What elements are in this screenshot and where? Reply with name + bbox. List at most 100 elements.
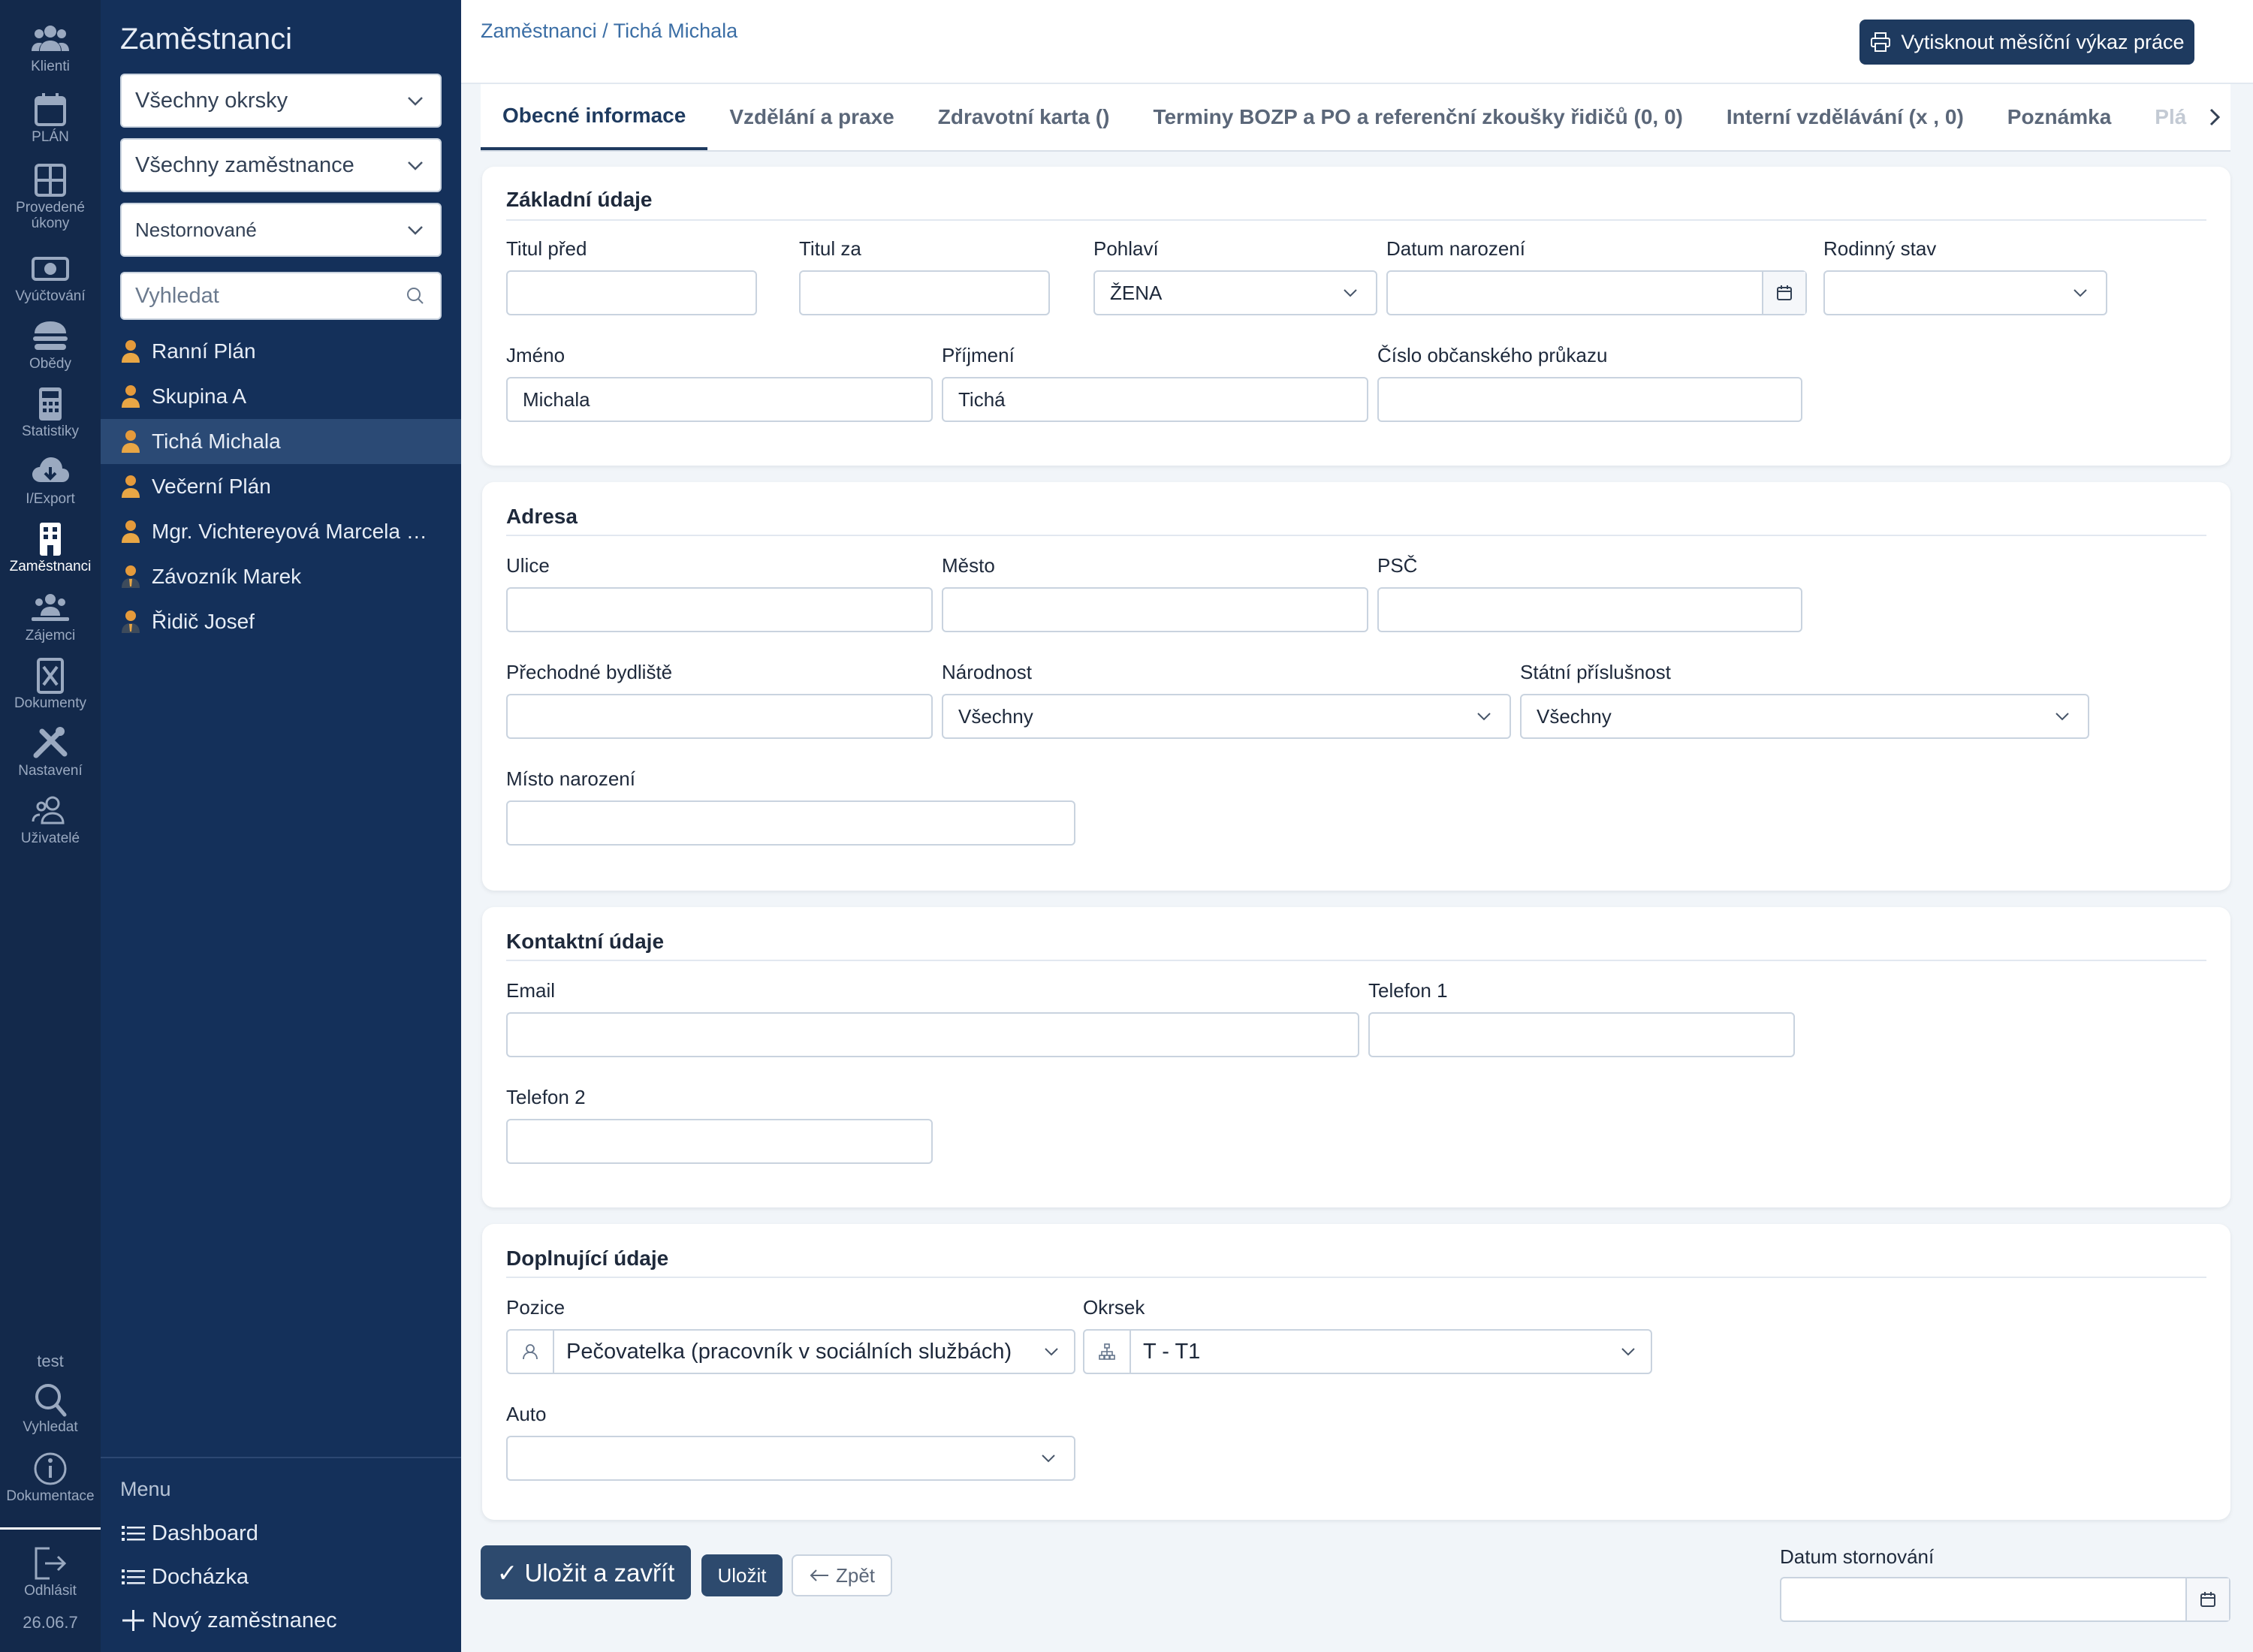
psc-input[interactable] (1377, 587, 1802, 632)
statni-prislusnost-select[interactable]: Všechny (1520, 694, 2089, 739)
datum-narozeni-input[interactable] (1386, 270, 1807, 315)
tab-vzdelani[interactable]: Vzdělání a praxe (707, 84, 915, 150)
employee-list-item[interactable]: Večerní Plán (101, 464, 461, 509)
employee-search-input[interactable]: Vyhledat (120, 272, 442, 320)
menu-item-dashboard[interactable]: Dashboard (120, 1517, 258, 1550)
email-input[interactable] (506, 1012, 1359, 1057)
okrsek-select[interactable]: T - T1 (1083, 1329, 1652, 1374)
document-x-icon (37, 658, 64, 694)
rail-item-odhlasit[interactable]: Odhlásit (0, 1545, 101, 1599)
employee-list-item[interactable]: Řidič Josef (101, 599, 461, 644)
pohlavi-select[interactable]: ŽENA (1093, 270, 1377, 315)
calendar-button[interactable] (1762, 272, 1805, 314)
person-icon (122, 340, 140, 363)
field-label: Přechodné bydliště (506, 661, 673, 683)
employee-name: Skupina A (152, 384, 247, 408)
tab-zdravotni-karta[interactable]: Zdravotní karta () (916, 84, 1132, 150)
pozice-value: Pečovatelka (pracovník v sociálních služ… (566, 1339, 1012, 1364)
rail-item-vyhledat[interactable]: Vyhledat (0, 1382, 101, 1435)
person-icon (122, 385, 140, 408)
jmeno-input[interactable]: Michala (506, 377, 933, 422)
print-label: Vytisknout měsíční výkaz práce (1901, 30, 2185, 53)
tab-plan[interactable]: Plá (2133, 84, 2192, 150)
employee-name: Řidič Josef (152, 610, 255, 633)
employee-name: Závozník Marek (152, 565, 302, 588)
employee-list-item[interactable]: Ranní Plán (101, 329, 461, 374)
tab-poznamka[interactable]: Poznámka (1986, 84, 2134, 150)
rodinny-stav-select[interactable] (1823, 270, 2107, 315)
employee-name: Mgr. Vichtereyová Marcela … (152, 520, 427, 543)
field-label: Pozice (506, 1296, 566, 1319)
grid-icon (35, 164, 66, 197)
menu-item-dochazka[interactable]: Docházka (120, 1560, 249, 1593)
narodnost-select[interactable]: Všechny (942, 694, 1511, 739)
logout-icon (35, 1547, 67, 1580)
rail-item-zajemci[interactable]: Zájemci (0, 590, 101, 644)
tools-icon (33, 727, 68, 758)
rail-item-plan[interactable]: PLÁN (0, 92, 101, 145)
rail-item-dokumentace[interactable]: Dokumentace (0, 1451, 101, 1504)
chevron-down-icon (408, 226, 423, 235)
rail-item-zamestnanci[interactable]: Zaměstnanci (0, 521, 101, 574)
ulice-input[interactable] (506, 587, 933, 632)
telefon2-input[interactable] (506, 1119, 933, 1164)
calendar-icon (2200, 1592, 2215, 1607)
rail-item-statistiky[interactable]: Statistiky (0, 386, 101, 439)
search-placeholder: Vyhledat (135, 283, 219, 308)
auto-select[interactable] (506, 1436, 1075, 1481)
employee-filter-select[interactable]: Všechny zaměstnance (120, 138, 442, 192)
chevron-down-icon (2055, 713, 2069, 721)
titul-pred-input[interactable] (506, 270, 757, 315)
people-group-icon (32, 594, 69, 621)
misto-narozeni-input[interactable] (506, 800, 1075, 846)
tab-interni-vzdelavani[interactable]: Interní vzdělávání (x , 0) (1705, 84, 1986, 150)
rail-item-nastaveni[interactable]: Nastavení (0, 725, 101, 779)
rail-item-export[interactable]: I/Export (0, 454, 101, 507)
address-card: Adresa Ulice Město PSČ Přechodné bydlišt… (482, 482, 2230, 891)
breadcrumb[interactable]: Zaměstnanci / Tichá Michala (481, 20, 737, 43)
tab-terminy-bozp[interactable]: Terminy BOZP a PO a referenční zkoušky ř… (1131, 84, 1704, 150)
chevron-down-icon (1621, 1348, 1635, 1356)
prijmeni-input[interactable]: Tichá (942, 377, 1368, 422)
titul-za-input[interactable] (799, 270, 1050, 315)
back-button[interactable]: Zpět (792, 1554, 892, 1596)
status-filter-select[interactable]: Nestornované (120, 203, 442, 257)
panel-title: Zaměstnanci (120, 23, 292, 56)
rail-item-provedene-ukony[interactable]: Provedené úkony (0, 162, 101, 231)
search-icon (35, 1384, 67, 1417)
calendar-button[interactable] (2185, 1578, 2229, 1620)
menu-item-novy-zamestnanec[interactable]: Nový zaměstnanec (120, 1604, 337, 1637)
employee-list-item-active[interactable]: Tichá Michala (101, 419, 461, 464)
tab-bar: Obecné informace Vzdělání a praxe Zdravo… (481, 84, 2230, 152)
field-label: Město (942, 554, 995, 577)
employee-list-item[interactable]: Mgr. Vichtereyová Marcela … (101, 509, 461, 554)
tab-obecne-informace[interactable]: Obecné informace (481, 84, 708, 150)
district-filter-select[interactable]: Všechny okrsky (120, 74, 442, 128)
employee-list-item[interactable]: Skupina A (101, 374, 461, 419)
rail-item-vyuctovani[interactable]: Vyúčtování (0, 251, 101, 304)
rail-item-dokumenty[interactable]: Dokumenty (0, 658, 101, 711)
rail-label: Zaměstnanci (9, 559, 92, 574)
save-button[interactable]: Uložit (701, 1554, 783, 1596)
basic-info-card: Základní údaje Titul před Titul za Pohla… (482, 167, 2230, 466)
pozice-select[interactable]: Pečovatelka (pracovník v sociálních služ… (506, 1329, 1075, 1374)
datum-stornovani-input[interactable] (1780, 1577, 2230, 1622)
prechodne-bydliste-input[interactable] (506, 694, 933, 739)
rail-divider (0, 1527, 101, 1530)
employee-list-item[interactable]: Závozník Marek (101, 554, 461, 599)
search-icon (407, 288, 424, 304)
employee-name: Ranní Plán (152, 339, 256, 363)
telefon1-input[interactable] (1368, 1012, 1795, 1057)
user-group-icon (32, 796, 65, 824)
rail-item-klienti[interactable]: Klienti (0, 21, 101, 74)
save-and-close-button[interactable]: ✓ Uložit a zavřít (481, 1545, 691, 1599)
employee-filter-value: Všechny zaměstnance (135, 152, 354, 177)
rail-item-obedy[interactable]: Obědy (0, 318, 101, 372)
pohlavi-value: ŽENA (1110, 281, 1163, 304)
cislo-op-input[interactable] (1377, 377, 1802, 422)
mesto-input[interactable] (942, 587, 1368, 632)
chevron-right-icon[interactable] (2200, 102, 2230, 132)
rail-item-uzivatele[interactable]: Uživatelé (0, 793, 101, 846)
print-report-button[interactable]: Vytisknout měsíční výkaz práce (1859, 20, 2194, 65)
section-title: Adresa (506, 505, 578, 528)
